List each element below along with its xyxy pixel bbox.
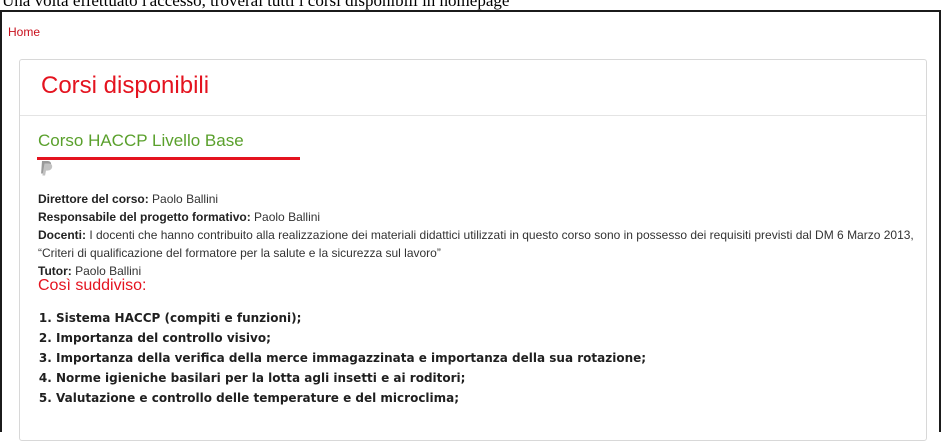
red-highlight-underline <box>37 157 300 160</box>
page-title: Corsi disponibili <box>41 72 210 99</box>
teachers-label: Docenti: <box>38 228 86 242</box>
breadcrumb-home-link[interactable]: Home <box>8 25 40 39</box>
list-item: Valutazione e controllo delle temperatur… <box>56 388 646 408</box>
course-info: Direttore del corso: Paolo Ballini Respo… <box>38 190 918 280</box>
manager-line: Responsabile del progetto formativo: Pao… <box>38 208 918 226</box>
manager-value: Paolo Ballini <box>250 210 321 224</box>
sections-heading: Così suddiviso: <box>38 277 147 294</box>
tutor-value: Paolo Ballini <box>71 264 142 278</box>
list-item: Sistema HACCP (compiti e funzioni); <box>56 308 646 328</box>
tutor-line: Tutor: Paolo Ballini <box>38 262 918 280</box>
divider <box>20 115 926 116</box>
tutor-label: Tutor: <box>38 264 72 278</box>
teachers-line: Docenti: I docenti che hanno contribuito… <box>38 226 918 262</box>
paypal-icon <box>41 161 53 176</box>
list-item: Norme igieniche basilari per la lotta ag… <box>56 368 646 388</box>
director-value: Paolo Ballini <box>148 192 219 206</box>
available-courses-panel: Corsi disponibili Corso HACCP Livello Ba… <box>19 59 927 441</box>
list-item: Importanza della verifica della merce im… <box>56 348 646 368</box>
director-line: Direttore del corso: Paolo Ballini <box>38 190 918 208</box>
teachers-value: I docenti che hanno contribuito alla rea… <box>38 228 914 260</box>
list-item: Importanza del controllo visivo; <box>56 328 646 348</box>
course-title-link[interactable]: Corso HACCP Livello Base <box>38 131 244 151</box>
browser-frame: Home Corsi disponibili Corso HACCP Livel… <box>0 10 941 441</box>
topics-list: Sistema HACCP (compiti e funzioni); Impo… <box>38 308 646 408</box>
director-label: Direttore del corso: <box>38 192 149 206</box>
manager-label: Responsabile del progetto formativo: <box>38 210 251 224</box>
